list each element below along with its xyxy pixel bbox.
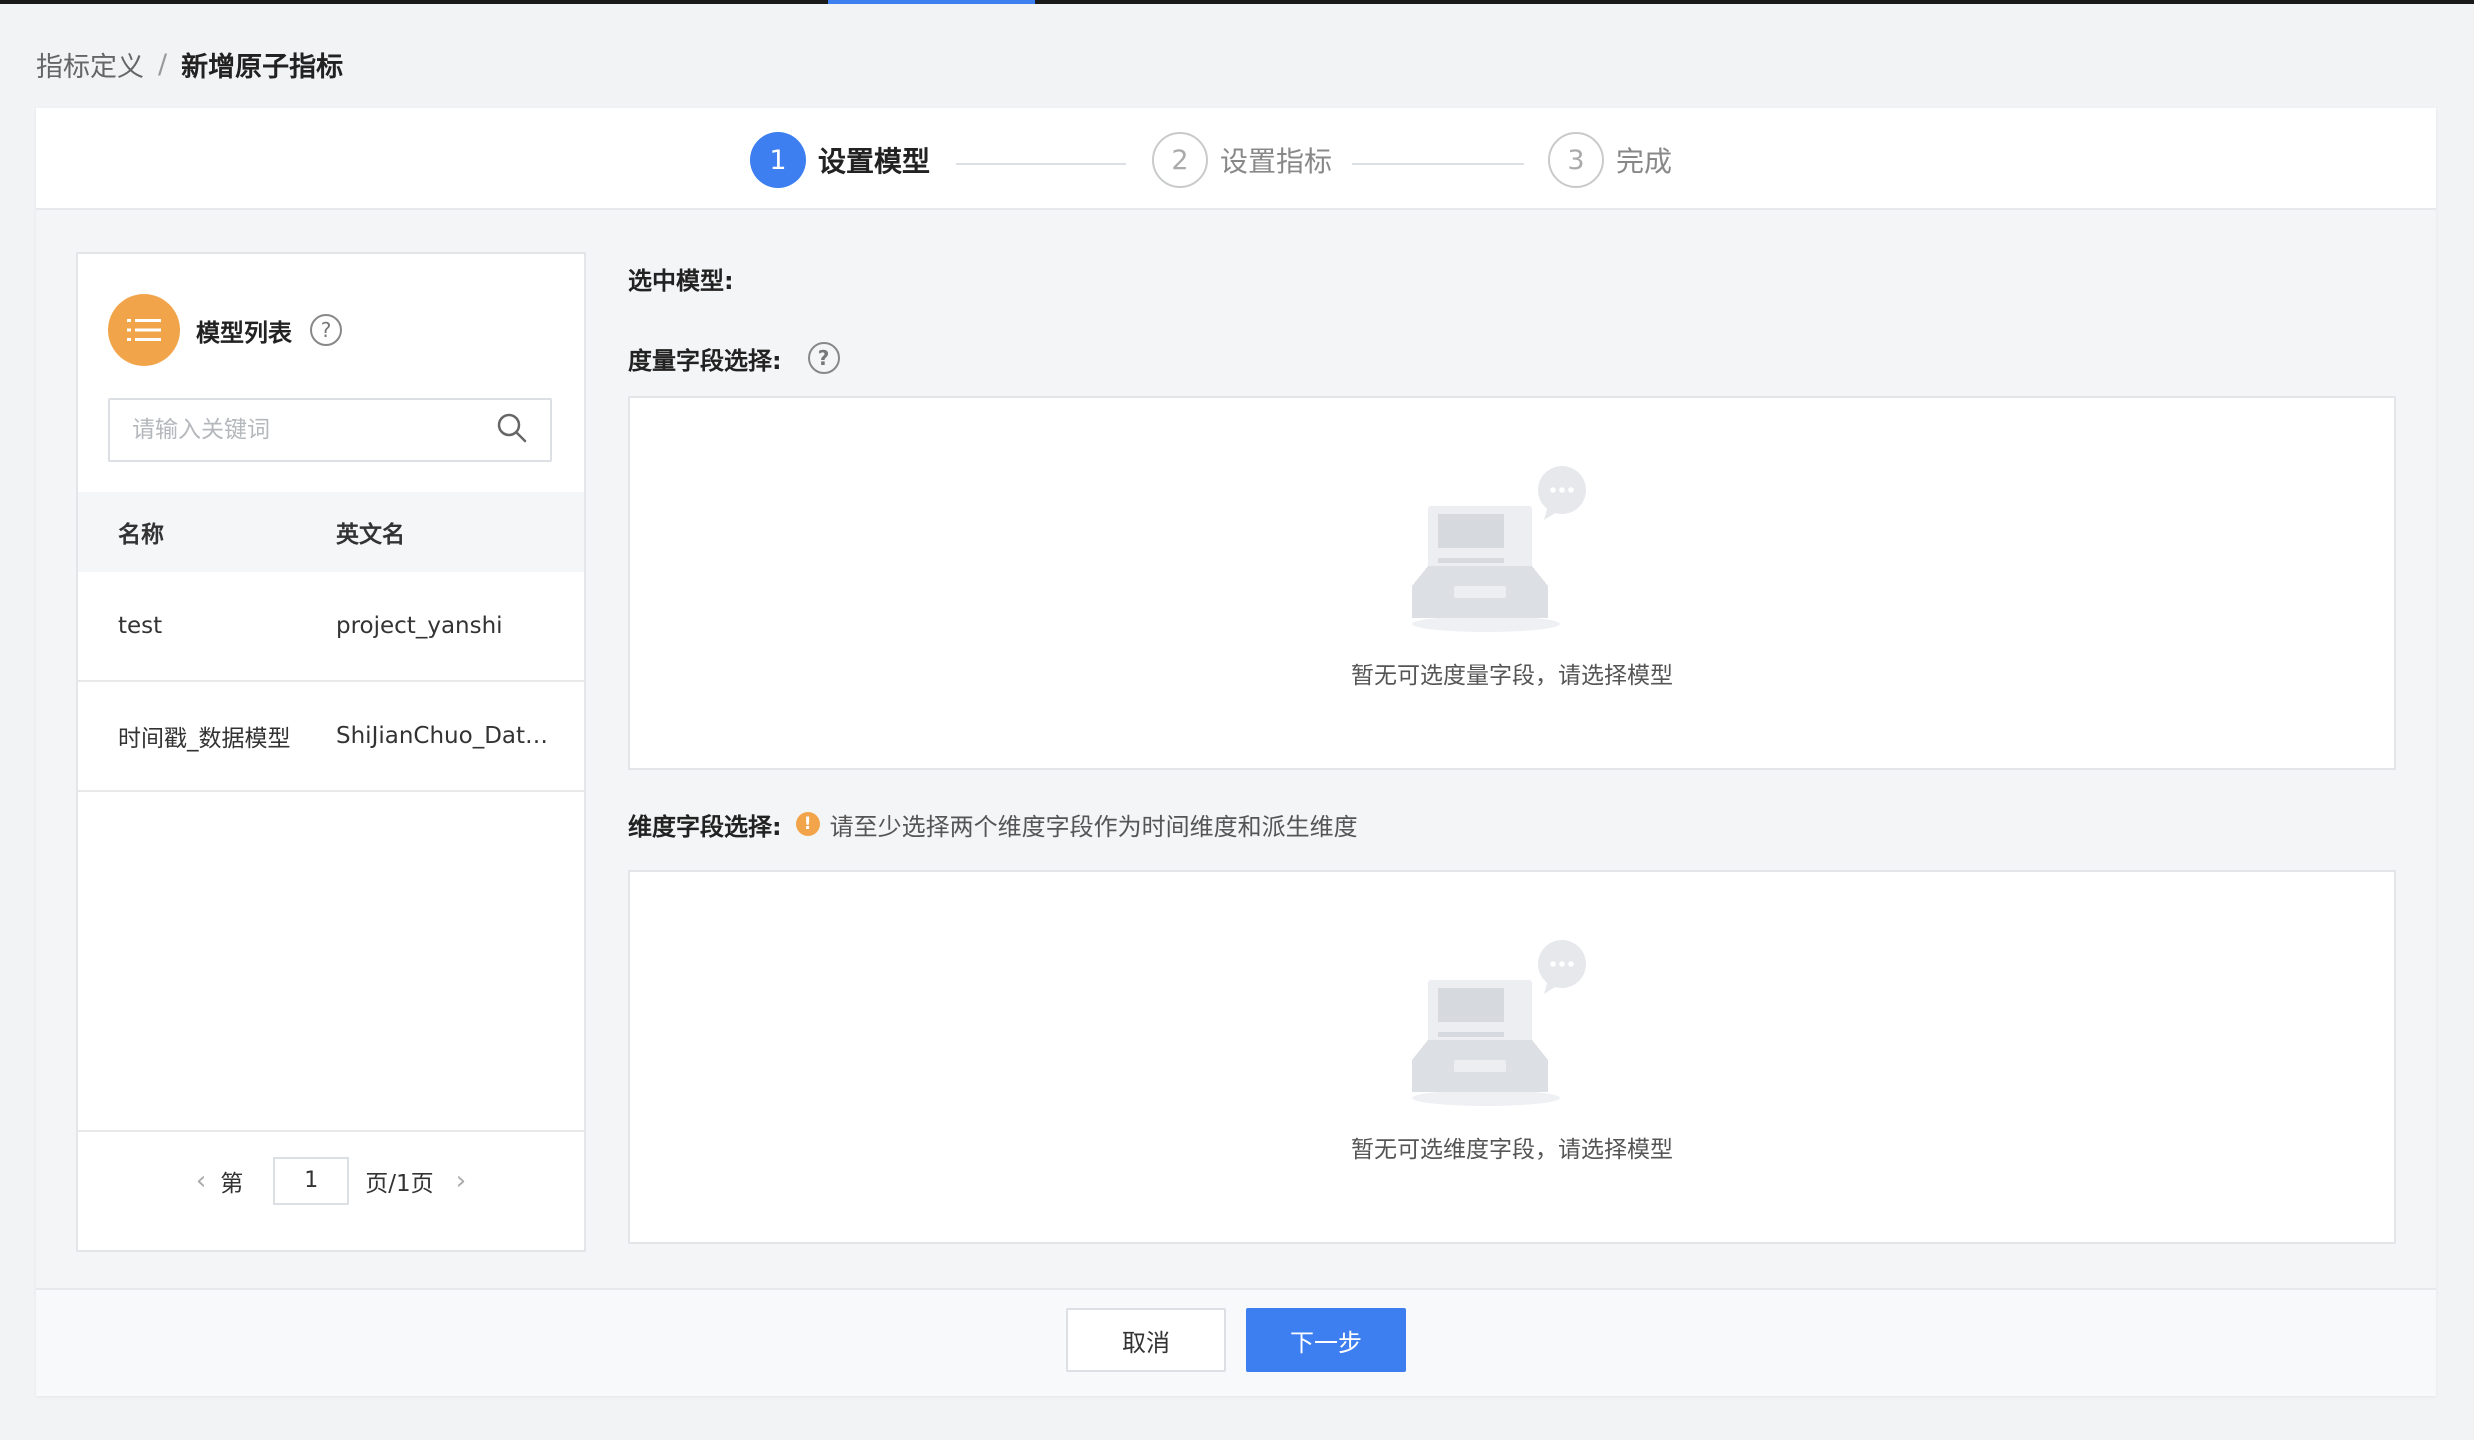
dimension-empty-text: 暂无可选维度字段，请选择模型 [1351,1137,1673,1163]
step-connector [1352,163,1524,165]
measure-empty-text: 暂无可选度量字段，请选择模型 [1351,663,1673,689]
measure-field-box: 暂无可选度量字段，请选择模型 [628,396,2396,770]
measure-field-label: 度量字段选择: [628,346,782,375]
page-prefix: 第 [220,1171,244,1197]
column-header-name: 名称 [118,522,164,548]
footer-bar: 取消 下一步 [36,1288,2436,1396]
breadcrumb-current: 新增原子指标 [181,51,344,83]
cancel-button[interactable]: 取消 [1066,1308,1226,1372]
row-name: test [118,613,163,639]
top-progress-accent [828,0,1035,4]
step-connector [956,163,1126,165]
page-number-input[interactable]: 1 [273,1157,350,1205]
step-label: 设置模型 [818,145,931,178]
help-icon[interactable]: ? [807,342,840,374]
step-set-metric: 2 设置指标 [1152,132,1332,188]
step-label: 设置指标 [1220,145,1333,178]
step-number: 1 [750,132,806,188]
row-english-name: project_yanshi [336,613,503,639]
steps-bar: 1 设置模型 2 设置指标 3 完成 [36,108,2436,210]
search-box [108,398,552,462]
column-header-english: 英文名 [336,522,405,548]
top-progress-line [0,0,2474,4]
search-icon[interactable] [496,412,528,448]
selected-model-label: 选中模型: [628,266,734,295]
page-suffix: 页/1页 [365,1171,434,1197]
table-header: 名称 英文名 [78,492,584,572]
step-number: 3 [1548,132,1604,188]
empty-inbox-icon [1412,466,1586,632]
breadcrumb-parent-link[interactable]: 指标定义 [36,45,144,84]
breadcrumb-separator: / [158,48,168,80]
table-row[interactable]: test project_yanshi [78,572,584,682]
step-set-model: 1 设置模型 [750,132,930,188]
breadcrumb: 指标定义 / 新增原子指标 [36,44,343,84]
next-page-icon[interactable]: › [456,1166,466,1196]
dimension-field-box: 暂无可选维度字段，请选择模型 [628,870,2396,1244]
row-english-name: ShiJianChuo_DataModel [336,723,556,749]
next-step-button[interactable]: 下一步 [1246,1308,1406,1372]
step-complete: 3 完成 [1548,132,1672,188]
search-input[interactable] [132,417,496,443]
warning-icon: ! [795,812,820,836]
help-icon[interactable]: ? [310,314,342,346]
list-icon [108,294,180,366]
row-name: 时间戳_数据模型 [118,726,291,752]
pagination: ‹ 第 1 页/1页 › [78,1130,584,1230]
dimension-hint: 请至少选择两个维度字段作为时间维度和派生维度 [829,812,1358,841]
model-list-panel: 模型列表 ? 名称 英文名 test project_yanshi 时间戳_数据… [76,252,586,1252]
empty-inbox-icon [1412,940,1586,1106]
step-label: 完成 [1616,145,1673,178]
measure-field-label-row: 度量字段选择: ? [628,336,840,380]
table-row[interactable]: 时间戳_数据模型 ShiJianChuo_DataModel [78,682,584,792]
dimension-field-label: 维度字段选择: [628,812,782,841]
panel-title: 模型列表 [196,318,292,347]
prev-page-icon[interactable]: ‹ [196,1166,206,1196]
wizard-card: 1 设置模型 2 设置指标 3 完成 模型列表 ? 请输入关键词 名称 英文名 … [36,108,2436,1396]
panel-header: 模型列表 ? [108,294,342,366]
dimension-field-label-row: 维度字段选择: ! 请至少选择两个维度字段作为时间维度和派生维度 [628,802,1358,846]
step-number: 2 [1152,132,1208,188]
